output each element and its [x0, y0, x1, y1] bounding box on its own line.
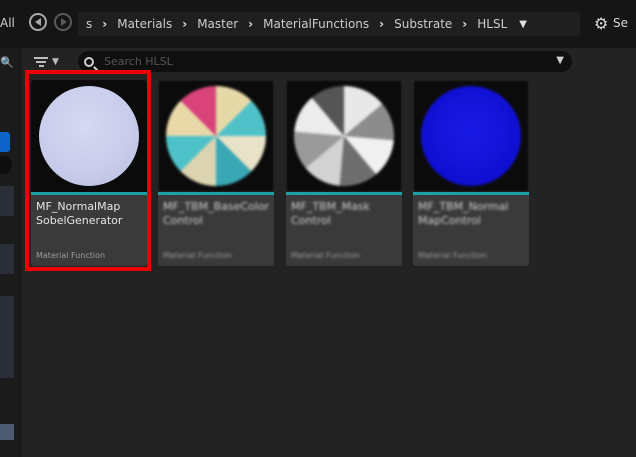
- top-bar: All s › Materials › Master › MaterialFun…: [0, 0, 636, 48]
- normal-sphere-preview: [421, 86, 521, 186]
- gear-icon[interactable]: ⚙: [594, 14, 608, 33]
- asset-type-color-bar: [286, 192, 402, 195]
- asset-type-color-bar: [413, 192, 529, 195]
- chevron-down-icon[interactable]: ▼: [556, 55, 564, 66]
- asset-name-line: MF_TBM_Mask: [291, 200, 370, 213]
- breadcrumb-item[interactable]: Substrate: [386, 17, 460, 31]
- folder-tree-item[interactable]: [0, 296, 14, 378]
- folder-tree-item[interactable]: [0, 186, 14, 216]
- chevron-right-icon: ›: [248, 17, 254, 31]
- asset-name-line: MapControl: [418, 214, 481, 227]
- breadcrumb-item[interactable]: MaterialFunctions: [255, 17, 377, 31]
- chevron-right-icon: ›: [379, 17, 385, 31]
- search-icon: [84, 56, 94, 67]
- selection-highlight-frame: [25, 70, 151, 271]
- asset-type-color-bar: [158, 192, 274, 195]
- breadcrumb-item[interactable]: s: [78, 17, 100, 31]
- asset-type-label: Material Function: [418, 251, 488, 260]
- asset-thumbnail: [158, 80, 274, 192]
- asset-type-label: Material Function: [163, 251, 233, 260]
- search-input[interactable]: Search HLSL ▼: [78, 51, 572, 72]
- asset-thumbnail: [413, 80, 529, 192]
- back-button[interactable]: [29, 13, 47, 31]
- asset-name-line: MF_TBM_Normal: [418, 200, 509, 213]
- toggle-switch[interactable]: [0, 156, 12, 174]
- search-placeholder: Search HLSL: [104, 55, 173, 68]
- back-arrow-icon: [34, 18, 41, 26]
- asset-name-line: Control: [163, 214, 203, 227]
- left-panel: 🔍: [0, 48, 15, 457]
- selected-folder-item[interactable]: [0, 424, 14, 440]
- chevron-right-icon: ›: [102, 17, 108, 31]
- chevron-right-icon: ›: [462, 17, 468, 31]
- folder-tree-item[interactable]: [0, 244, 14, 274]
- asset-name: MF_TBM_BaseColor Control: [163, 200, 271, 228]
- filter-icon: [34, 57, 48, 67]
- asset-name: MF_TBM_Mask Control: [291, 200, 399, 228]
- breadcrumb-item[interactable]: Master: [189, 17, 246, 31]
- chevron-down-icon[interactable]: ▼: [519, 19, 527, 30]
- search-icon[interactable]: 🔍: [0, 56, 14, 69]
- asset-type-label: Material Function: [291, 251, 361, 260]
- asset-name-line: MF_TBM_BaseColor: [163, 200, 270, 213]
- forward-button[interactable]: [54, 13, 72, 31]
- all-label[interactable]: All: [0, 16, 15, 30]
- basecolor-sphere-preview: [166, 86, 266, 186]
- asset-name: MF_TBM_Normal MapControl: [418, 200, 526, 228]
- asset-tile-tbm-normalmap[interactable]: MF_TBM_Normal MapControl Material Functi…: [413, 80, 529, 266]
- breadcrumb-item[interactable]: HLSL: [469, 17, 515, 31]
- asset-name-line: Control: [291, 214, 331, 227]
- settings-label[interactable]: Se: [613, 16, 628, 30]
- chevron-down-icon: ▼: [52, 57, 59, 67]
- filter-button[interactable]: ▼: [34, 52, 68, 72]
- asset-thumbnail: [286, 80, 402, 192]
- mask-sphere-preview: [294, 86, 394, 186]
- breadcrumb: s › Materials › Master › MaterialFunctio…: [78, 12, 580, 36]
- chevron-right-icon: ›: [182, 17, 188, 31]
- asset-tile-tbm-mask[interactable]: MF_TBM_Mask Control Material Function: [286, 80, 402, 266]
- asset-tile-tbm-basecolor[interactable]: MF_TBM_BaseColor Control Material Functi…: [158, 80, 274, 266]
- breadcrumb-item[interactable]: Materials: [109, 17, 180, 31]
- add-button[interactable]: [0, 132, 10, 152]
- forward-arrow-icon: [60, 18, 67, 26]
